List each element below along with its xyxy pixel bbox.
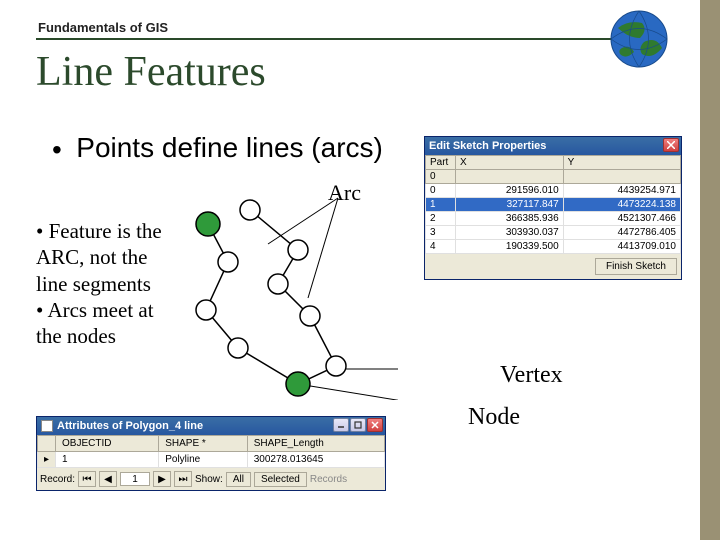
minimize-icon[interactable] bbox=[333, 418, 349, 432]
show-selected-button[interactable]: Selected bbox=[254, 472, 307, 487]
table-row[interactable]: 1327117.8474473224.138 bbox=[426, 198, 681, 212]
sketch-table[interactable]: Part X Y 0 0291596.0104439254.9711327117… bbox=[425, 155, 681, 254]
record-label: Record: bbox=[40, 474, 75, 485]
body-text: • Feature is the ARC, not the line segme… bbox=[36, 218, 176, 349]
page-title: Line Features bbox=[36, 48, 266, 96]
col-objectid[interactable]: OBJECTID bbox=[56, 436, 159, 452]
col-part[interactable]: Part bbox=[426, 156, 456, 170]
attributes-table[interactable]: OBJECTID SHAPE * SHAPE_Length ▸ 1 Polyli… bbox=[37, 435, 385, 468]
nav-next-icon[interactable]: ▶ bbox=[153, 471, 171, 487]
table-row[interactable]: 4190339.5004413709.010 bbox=[426, 240, 681, 254]
cell-objectid: 1 bbox=[56, 452, 159, 468]
globe-icon bbox=[608, 8, 670, 70]
node-label: Node bbox=[468, 404, 520, 431]
col-shape[interactable]: SHAPE * bbox=[159, 436, 248, 452]
bullet-points-define: Points define lines (arcs) bbox=[52, 132, 383, 166]
table-row[interactable]: 2366385.9364521307.466 bbox=[426, 212, 681, 226]
edit-sketch-titlebar[interactable]: Edit Sketch Properties bbox=[425, 137, 681, 155]
table-row[interactable]: ▸ 1 Polyline 300278.013645 bbox=[38, 452, 385, 468]
show-all-button[interactable]: All bbox=[226, 472, 251, 487]
maximize-icon[interactable] bbox=[350, 418, 366, 432]
record-number-input[interactable] bbox=[120, 472, 150, 486]
nav-last-icon[interactable]: ⏭ bbox=[174, 471, 192, 487]
nav-first-icon[interactable]: ⏮ bbox=[78, 471, 96, 487]
edit-sketch-title: Edit Sketch Properties bbox=[429, 140, 546, 152]
show-label: Show: bbox=[195, 474, 223, 485]
finish-sketch-button[interactable]: Finish Sketch bbox=[595, 258, 677, 275]
vertex-label: Vertex bbox=[500, 362, 563, 389]
records-hint: Records bbox=[310, 474, 347, 485]
table-row[interactable]: 0291596.0104439254.971 bbox=[426, 184, 681, 198]
table-row[interactable]: 3303930.0374472786.405 bbox=[426, 226, 681, 240]
col-y[interactable]: Y bbox=[563, 156, 680, 170]
bullet-text: Points define lines (arcs) bbox=[76, 132, 383, 163]
cell-shape: Polyline bbox=[159, 452, 248, 468]
arc-diagram bbox=[178, 180, 398, 400]
divider bbox=[36, 38, 664, 40]
slide-subtitle: Fundamentals of GIS bbox=[38, 20, 168, 35]
table-icon bbox=[41, 420, 53, 432]
col-shapelength[interactable]: SHAPE_Length bbox=[247, 436, 384, 452]
part-header[interactable]: 0 bbox=[426, 170, 456, 184]
cell-length: 300278.013645 bbox=[247, 452, 384, 468]
col-x[interactable]: X bbox=[456, 156, 564, 170]
attributes-footer: Record: ⏮ ◀ ▶ ⏭ Show: All Selected Recor… bbox=[37, 468, 385, 490]
right-sidebar bbox=[700, 0, 720, 540]
nav-prev-icon[interactable]: ◀ bbox=[99, 471, 117, 487]
attributes-title: Attributes of Polygon_4 line bbox=[57, 420, 203, 432]
attributes-window: Attributes of Polygon_4 line OBJECTID SH… bbox=[36, 416, 386, 491]
close-icon[interactable] bbox=[367, 418, 383, 432]
edit-sketch-window: Edit Sketch Properties Part X Y 0 029159… bbox=[424, 136, 682, 280]
row-selector[interactable]: ▸ bbox=[38, 452, 56, 468]
attributes-titlebar[interactable]: Attributes of Polygon_4 line bbox=[37, 417, 385, 435]
close-icon[interactable] bbox=[663, 138, 679, 152]
